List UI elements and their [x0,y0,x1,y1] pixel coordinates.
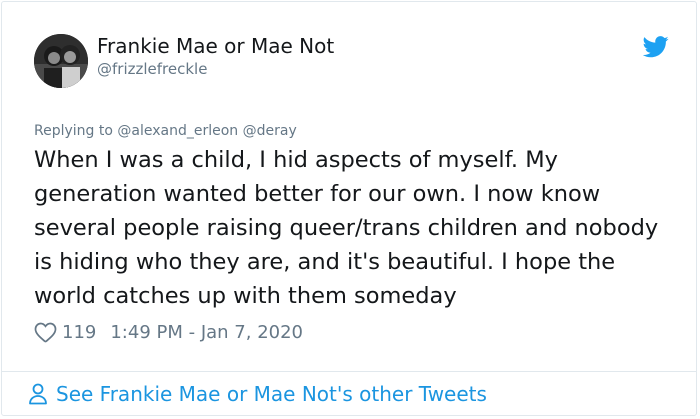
like-count: 119 [62,321,97,343]
mention-link[interactable]: @alexand_erleon [117,123,238,139]
tweet-meta: 119 1:49 PM - Jan 7, 2020 [34,318,303,346]
divider [2,371,696,372]
tweet-card: Frankie Mae or Mae Not @frizzlefreckle R… [1,1,697,416]
author-handle[interactable]: @frizzlefreckle [97,60,207,78]
author-name[interactable]: Frankie Mae or Mae Not [97,34,334,58]
other-tweets-label: See Frankie Mae or Mae Not's other Tweet… [56,382,487,406]
heart-icon [34,322,57,342]
mention-link[interactable]: @deray [243,123,297,139]
like-button[interactable]: 119 [34,322,110,343]
twitter-bird-icon[interactable] [643,36,669,58]
person-icon [29,383,47,405]
other-tweets-link[interactable]: See Frankie Mae or Mae Not's other Tweet… [28,382,487,406]
reply-prefix: Replying to [34,123,113,139]
reply-context: Replying to @alexand_erleon @deray [34,123,297,139]
avatar[interactable] [34,34,88,88]
tweet-text: When I was a child, I hid aspects of mys… [34,147,659,309]
timestamp[interactable]: 1:49 PM - Jan 7, 2020 [110,322,303,343]
avatar-image [34,34,88,88]
